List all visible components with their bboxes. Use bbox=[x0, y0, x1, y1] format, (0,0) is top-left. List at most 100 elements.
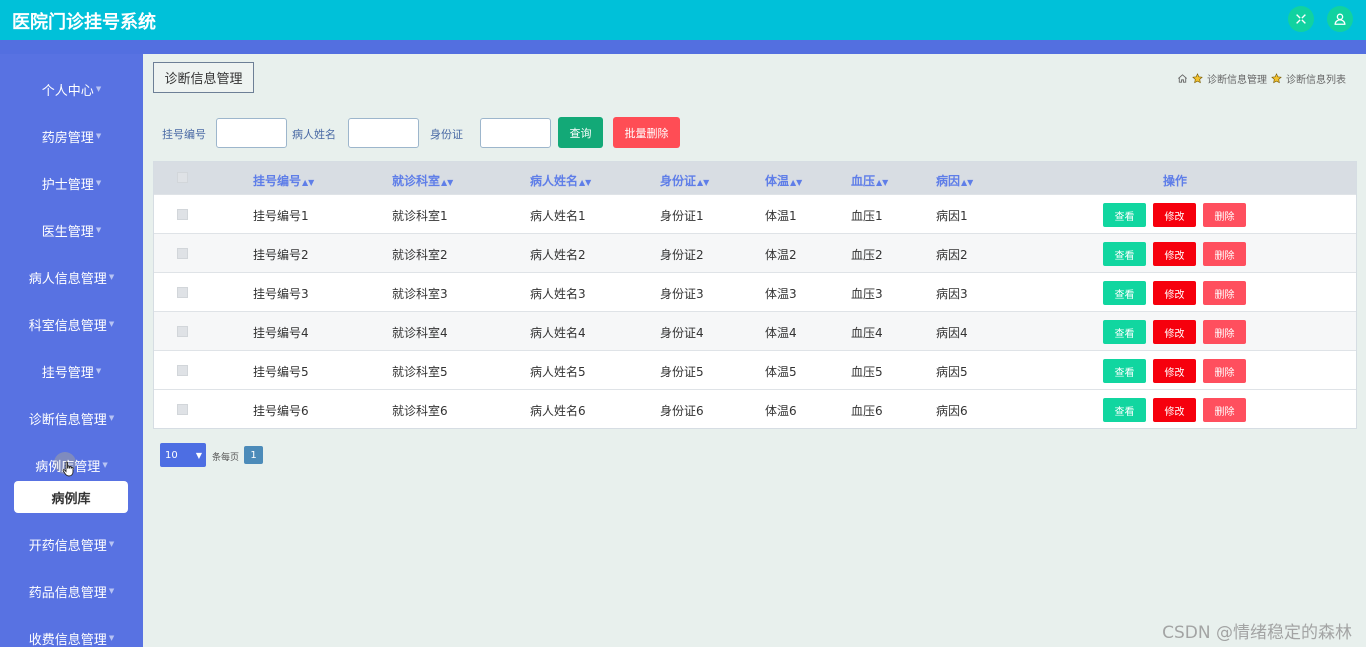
sidebar-item-label: 护士管理 bbox=[41, 177, 94, 193]
cell-id-card: 身份证4 bbox=[660, 326, 704, 340]
edit-button[interactable]: 修改 bbox=[1153, 398, 1196, 422]
delete-button[interactable]: 删除 bbox=[1203, 203, 1246, 227]
cell-patient-name: 病人姓名2 bbox=[530, 248, 586, 262]
page-title-tab[interactable]: 诊断信息管理 bbox=[153, 62, 254, 93]
sidebar-item-personal-center[interactable]: 个人中心 ▼ bbox=[0, 74, 143, 104]
row-checkbox[interactable] bbox=[177, 287, 188, 298]
sidebar-item-patient[interactable]: 病人信息管理 ▼ bbox=[0, 262, 143, 292]
caret-down-icon: ▼ bbox=[108, 634, 115, 642]
breadcrumb-item[interactable]: 诊断信息管理 bbox=[1207, 71, 1267, 86]
sidebar-item-prescription[interactable]: 开药信息管理 ▼ bbox=[0, 529, 143, 559]
cell-patient-name: 病人姓名3 bbox=[530, 287, 586, 301]
query-button[interactable]: 查询 bbox=[558, 117, 603, 148]
delete-button[interactable]: 删除 bbox=[1203, 359, 1246, 383]
caret-down-icon: ▼ bbox=[95, 179, 102, 187]
column-header-id-card[interactable]: 身份证▲▼ bbox=[660, 172, 709, 189]
view-button[interactable]: 查看 bbox=[1103, 203, 1146, 227]
cell-id-card: 身份证6 bbox=[660, 404, 704, 418]
app-title: 医院门诊挂号系统 bbox=[12, 12, 156, 33]
sidebar-item-nurse[interactable]: 护士管理 ▼ bbox=[0, 168, 143, 198]
column-header-actions: 操作 bbox=[1163, 174, 1188, 188]
sidebar-item-registration[interactable]: 挂号管理 ▼ bbox=[0, 356, 143, 386]
sidebar-item-billing[interactable]: 收费信息管理 ▼ bbox=[0, 623, 143, 647]
edit-button[interactable]: 修改 bbox=[1153, 242, 1196, 266]
column-header-patient-name[interactable]: 病人姓名▲▼ bbox=[530, 172, 591, 189]
column-header-department[interactable]: 就诊科室▲▼ bbox=[392, 172, 453, 189]
cell-blood-pressure: 血压3 bbox=[851, 287, 883, 301]
registration-no-input[interactable] bbox=[216, 118, 287, 148]
patient-name-input[interactable] bbox=[348, 118, 419, 148]
cell-registration-no: 挂号编号1 bbox=[253, 209, 309, 223]
view-button[interactable]: 查看 bbox=[1103, 320, 1146, 344]
cell-cause: 病因6 bbox=[936, 404, 968, 418]
column-header-registration-no[interactable]: 挂号编号▲▼ bbox=[253, 172, 314, 189]
cell-department: 就诊科室4 bbox=[392, 326, 448, 340]
header-stripe bbox=[0, 40, 1366, 54]
table-row: 挂号编号2 就诊科室2 病人姓名2 身份证2 体温2 血压2 病因2 查看 修改… bbox=[154, 233, 1356, 272]
cell-temperature: 体温5 bbox=[765, 365, 797, 379]
sort-icon: ▲▼ bbox=[961, 178, 974, 187]
cell-blood-pressure: 血压2 bbox=[851, 248, 883, 262]
cell-cause: 病因5 bbox=[936, 365, 968, 379]
diagnosis-table: 挂号编号▲▼ 就诊科室▲▼ 病人姓名▲▼ 身份证▲▼ 体温▲▼ 血压▲▼ 病因▲… bbox=[153, 161, 1357, 429]
column-header-cause[interactable]: 病因▲▼ bbox=[936, 172, 973, 189]
cell-registration-no: 挂号编号5 bbox=[253, 365, 309, 379]
caret-down-icon: ▼ bbox=[108, 273, 115, 281]
sidebar-item-department[interactable]: 科室信息管理 ▼ bbox=[0, 309, 143, 339]
sidebar-item-medicine[interactable]: 药品信息管理 ▼ bbox=[0, 576, 143, 606]
chevron-down-icon: ▼ bbox=[195, 450, 202, 460]
column-header-temperature[interactable]: 体温▲▼ bbox=[765, 172, 802, 189]
caret-down-icon: ▼ bbox=[102, 461, 108, 469]
fullscreen-icon[interactable] bbox=[1288, 6, 1314, 32]
cell-id-card: 身份证5 bbox=[660, 365, 704, 379]
id-card-input[interactable] bbox=[480, 118, 551, 148]
row-checkbox[interactable] bbox=[177, 209, 188, 220]
edit-button[interactable]: 修改 bbox=[1153, 320, 1196, 344]
sidebar-item-label: 医生管理 bbox=[41, 224, 94, 240]
page-size-select[interactable]: 10 ▼ bbox=[160, 443, 206, 467]
cell-id-card: 身份证3 bbox=[660, 287, 704, 301]
star-icon bbox=[1271, 73, 1282, 84]
caret-down-icon: ▼ bbox=[95, 132, 102, 140]
row-checkbox[interactable] bbox=[177, 365, 188, 376]
edit-button[interactable]: 修改 bbox=[1153, 203, 1196, 227]
submenu-item-case-library[interactable]: 病例库 bbox=[14, 481, 128, 513]
delete-button[interactable]: 删除 bbox=[1203, 281, 1246, 305]
cell-registration-no: 挂号编号4 bbox=[253, 326, 309, 340]
view-button[interactable]: 查看 bbox=[1103, 359, 1146, 383]
sort-icon: ▲▼ bbox=[579, 178, 592, 187]
view-button[interactable]: 查看 bbox=[1103, 398, 1146, 422]
page-number-button[interactable]: 1 bbox=[244, 446, 263, 464]
cell-temperature: 体温6 bbox=[765, 404, 797, 418]
sidebar-item-doctor[interactable]: 医生管理 ▼ bbox=[0, 215, 143, 245]
user-icon[interactable] bbox=[1327, 6, 1353, 32]
cell-department: 就诊科室5 bbox=[392, 365, 448, 379]
home-icon[interactable] bbox=[1177, 73, 1188, 84]
select-all-checkbox[interactable] bbox=[177, 172, 188, 183]
star-icon bbox=[1192, 73, 1203, 84]
cell-cause: 病因2 bbox=[936, 248, 968, 262]
table-row: 挂号编号5 就诊科室5 病人姓名5 身份证5 体温5 血压5 病因5 查看 修改… bbox=[154, 350, 1356, 389]
edit-button[interactable]: 修改 bbox=[1153, 281, 1196, 305]
row-checkbox[interactable] bbox=[177, 326, 188, 337]
column-header-blood-pressure[interactable]: 血压▲▼ bbox=[851, 172, 888, 189]
table-row: 挂号编号6 就诊科室6 病人姓名6 身份证6 体温6 血压6 病因6 查看 修改… bbox=[154, 389, 1356, 428]
sort-icon: ▲▼ bbox=[790, 178, 803, 187]
view-button[interactable]: 查看 bbox=[1103, 242, 1146, 266]
delete-button[interactable]: 删除 bbox=[1203, 242, 1246, 266]
delete-button[interactable]: 删除 bbox=[1203, 320, 1246, 344]
cell-department: 就诊科室6 bbox=[392, 404, 448, 418]
row-checkbox[interactable] bbox=[177, 248, 188, 259]
watermark: CSDN @情绪稳定的森林 bbox=[1162, 623, 1352, 643]
edit-button[interactable]: 修改 bbox=[1153, 359, 1196, 383]
cell-registration-no: 挂号编号3 bbox=[253, 287, 309, 301]
view-button[interactable]: 查看 bbox=[1103, 281, 1146, 305]
cell-patient-name: 病人姓名6 bbox=[530, 404, 586, 418]
sidebar-item-pharmacy[interactable]: 药房管理 ▼ bbox=[0, 121, 143, 151]
delete-button[interactable]: 删除 bbox=[1203, 398, 1246, 422]
cell-patient-name: 病人姓名1 bbox=[530, 209, 586, 223]
cell-cause: 病因3 bbox=[936, 287, 968, 301]
sidebar-item-diagnosis[interactable]: 诊断信息管理 ▼ bbox=[0, 403, 143, 433]
batch-delete-button[interactable]: 批量删除 bbox=[613, 117, 680, 148]
row-checkbox[interactable] bbox=[177, 404, 188, 415]
